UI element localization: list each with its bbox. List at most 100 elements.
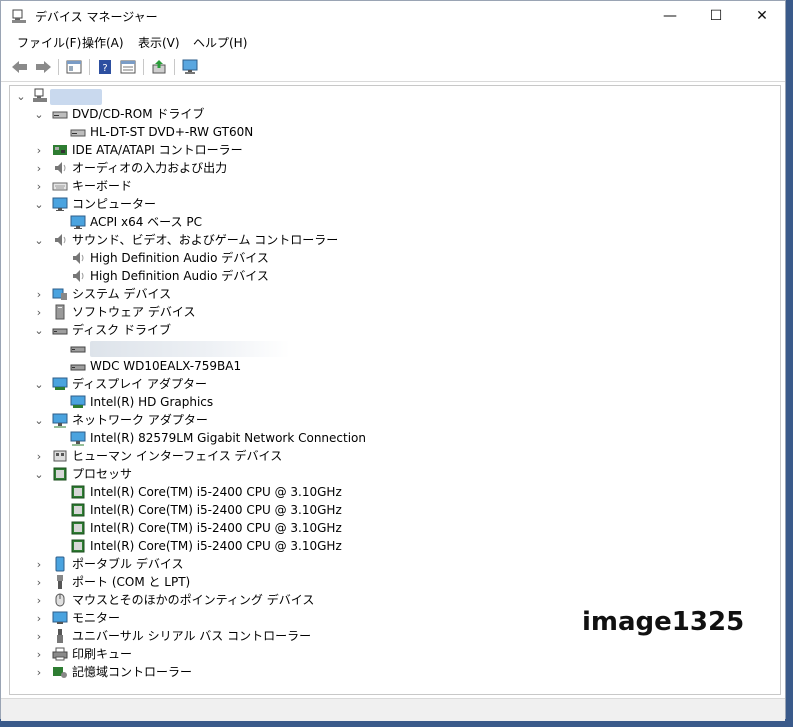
tree-device[interactable]: High Definition Audio デバイス: [10, 267, 778, 285]
chevron-right-icon[interactable]: ›: [34, 591, 44, 609]
menu-help[interactable]: ヘルプ(H): [193, 34, 247, 51]
tree-item-label: ネットワーク アダプター: [72, 413, 208, 427]
tree-item-label: オーディオの入力および出力: [72, 161, 228, 175]
chevron-right-icon[interactable]: ›: [34, 303, 44, 321]
tree-category[interactable]: ⌄ ディスプレイ アダプター: [10, 375, 778, 393]
processor-icon: [71, 539, 85, 553]
chevron-down-icon[interactable]: ⌄: [34, 231, 44, 249]
tree-item-label: プロセッサ: [72, 467, 133, 481]
view-button[interactable]: [118, 57, 138, 77]
status-bar: [1, 698, 785, 721]
tree-item-label: Intel(R) Core(TM) i5-2400 CPU @ 3.10GHz: [90, 521, 342, 535]
tree-device[interactable]: WDC WD10EALX-759BA1: [10, 357, 778, 375]
tree-category[interactable]: ⌄ ディスク ドライブ: [10, 321, 778, 339]
disk-drive-icon: [70, 364, 86, 371]
tree-device[interactable]: Intel(R) Core(TM) i5-2400 CPU @ 3.10GHz: [10, 501, 778, 519]
chevron-right-icon[interactable]: ›: [34, 285, 44, 303]
tree-device[interactable]: Intel(R) Core(TM) i5-2400 CPU @ 3.10GHz: [10, 537, 778, 555]
chevron-right-icon[interactable]: ›: [34, 159, 44, 177]
chevron-right-icon[interactable]: ›: [34, 555, 44, 573]
forward-button[interactable]: [33, 57, 53, 77]
tree-item-label: Intel(R) Core(TM) i5-2400 CPU @ 3.10GHz: [90, 485, 342, 499]
tree-item-label: Intel(R) Core(TM) i5-2400 CPU @ 3.10GHz: [90, 503, 342, 517]
tree-device[interactable]: ACPI x64 ベース PC: [10, 213, 778, 231]
window-title: デバイス マネージャー: [35, 10, 158, 24]
processor-icon: [71, 485, 85, 499]
tree-category[interactable]: › ポータブル デバイス: [10, 555, 778, 573]
tree-category[interactable]: › ソフトウェア デバイス: [10, 303, 778, 321]
chevron-right-icon[interactable]: ›: [34, 141, 44, 159]
tree-category[interactable]: ⌄ サウンド、ビデオ、およびゲーム コントローラー: [10, 231, 778, 249]
tree-device[interactable]: Intel(R) Core(TM) i5-2400 CPU @ 3.10GHz: [10, 519, 778, 537]
speaker-icon: [55, 162, 66, 174]
tree-category[interactable]: › キーボード: [10, 177, 778, 195]
tree-item-label: システム デバイス: [72, 287, 172, 301]
tree-device[interactable]: HL-DT-ST DVD+-RW GT60N: [10, 123, 778, 141]
tree-root[interactable]: ⌄: [10, 87, 778, 105]
hid-icon: [53, 450, 67, 462]
tree-device[interactable]: [10, 339, 778, 357]
tree-device[interactable]: Intel(R) Core(TM) i5-2400 CPU @ 3.10GHz: [10, 483, 778, 501]
tree-device[interactable]: High Definition Audio デバイス: [10, 249, 778, 267]
network-adapter-icon: [52, 413, 68, 428]
device-tree[interactable]: ⌄ ⌄ DVD/CD-ROM ドライブ HL-DT-ST DVD+-RW GT60N ›…: [9, 85, 781, 695]
scan-hardware-button[interactable]: [180, 57, 200, 77]
menu-bar: ファイル(F) 操作(A) 表示(V) ヘルプ(H): [1, 31, 785, 53]
close-icon: ✕: [756, 8, 768, 24]
chevron-right-icon[interactable]: ›: [34, 177, 44, 195]
maximize-icon: ☐: [709, 8, 723, 24]
tree-category[interactable]: › 印刷キュー: [10, 645, 778, 663]
chevron-right-icon[interactable]: ›: [34, 627, 44, 645]
chevron-right-icon[interactable]: ›: [34, 645, 44, 663]
tree-item-label: サウンド、ビデオ、およびゲーム コントローラー: [72, 233, 339, 247]
tree-category[interactable]: › システム デバイス: [10, 285, 778, 303]
chevron-right-icon[interactable]: ›: [34, 447, 44, 465]
chevron-right-icon[interactable]: ›: [34, 573, 44, 591]
chevron-down-icon[interactable]: ⌄: [34, 105, 44, 123]
properties-button[interactable]: [64, 57, 84, 77]
menu-action[interactable]: 操作(A): [82, 34, 124, 51]
menu-view[interactable]: 表示(V): [138, 34, 180, 51]
tree-category[interactable]: ⌄ コンピューター: [10, 195, 778, 213]
tree-device[interactable]: Intel(R) HD Graphics: [10, 393, 778, 411]
back-button[interactable]: [10, 57, 30, 77]
device-manager-app-icon: [12, 9, 26, 23]
help-button[interactable]: ?: [95, 57, 115, 77]
tree-item-label: ディスク ドライブ: [72, 323, 171, 337]
software-device-icon: [55, 304, 65, 320]
maximize-button[interactable]: ☐: [693, 1, 739, 31]
menu-file[interactable]: ファイル(F): [17, 34, 81, 51]
tree-category[interactable]: ⌄ ネットワーク アダプター: [10, 411, 778, 429]
chevron-down-icon[interactable]: ⌄: [34, 465, 44, 483]
tree-category[interactable]: › IDE ATA/ATAPI コントローラー: [10, 141, 778, 159]
tree-category[interactable]: › オーディオの入力および出力: [10, 159, 778, 177]
tree-item-label: キーボード: [72, 179, 133, 193]
chevron-right-icon[interactable]: ›: [34, 609, 44, 627]
tree-item-label: ポータブル デバイス: [72, 557, 184, 571]
disk-drive-icon: [70, 346, 86, 353]
tree-item-label: High Definition Audio デバイス: [90, 269, 269, 283]
close-button[interactable]: ✕: [739, 1, 785, 31]
minimize-button[interactable]: —: [647, 1, 693, 31]
chevron-down-icon[interactable]: ⌄: [34, 321, 44, 339]
toolbar-separator: [174, 59, 175, 75]
back-icon: [12, 61, 27, 73]
tree-category[interactable]: › ヒューマン インターフェイス デバイス: [10, 447, 778, 465]
tree-category[interactable]: › ポート (COM と LPT): [10, 573, 778, 591]
tree-item-label: ポート (COM と LPT): [72, 575, 191, 589]
chevron-right-icon[interactable]: ›: [34, 663, 44, 681]
tree-category[interactable]: › 記憶域コントローラー: [10, 663, 778, 681]
tree-category[interactable]: ⌄ DVD/CD-ROM ドライブ: [10, 105, 778, 123]
tree-device[interactable]: Intel(R) 82579LM Gigabit Network Connect…: [10, 429, 778, 447]
update-driver-button[interactable]: [149, 57, 169, 77]
view-icon: [120, 60, 136, 74]
minimize-icon: —: [663, 8, 677, 24]
display-adapter-icon: [52, 377, 68, 390]
toolbar-separator: [143, 59, 144, 75]
chevron-down-icon[interactable]: ⌄: [34, 411, 44, 429]
chevron-down-icon[interactable]: ⌄: [34, 195, 44, 213]
chevron-down-icon[interactable]: ⌄: [34, 375, 44, 393]
chevron-down-icon[interactable]: ⌄: [16, 87, 26, 105]
tree-category[interactable]: ⌄ プロセッサ: [10, 465, 778, 483]
monitor-scan-icon: [182, 59, 198, 74]
